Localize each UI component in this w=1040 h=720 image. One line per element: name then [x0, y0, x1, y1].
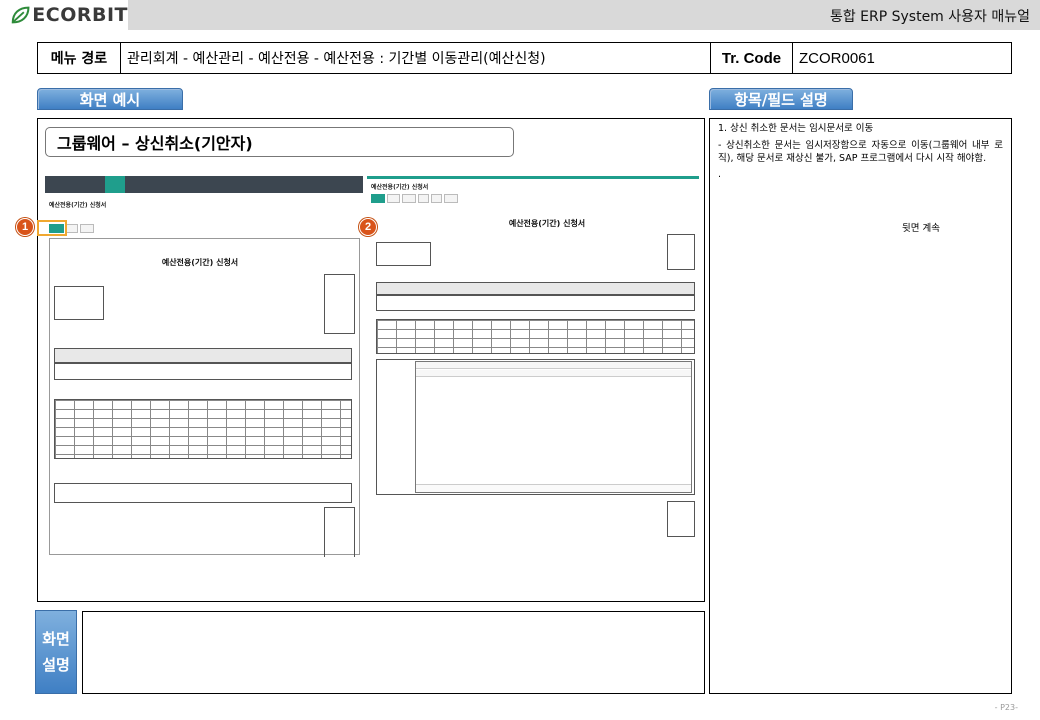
ecorbit-leaf-icon: [11, 6, 30, 24]
mock-applicant-box: [376, 242, 431, 266]
mock-top-accent: [367, 176, 699, 179]
trcode-value: ZCOR0061: [799, 49, 875, 67]
mock-left-title: 예산전용(기간) 신청서: [49, 202, 107, 209]
mock-button: [80, 224, 95, 233]
header-title-area: 통합 ERP System 사용자 매뉴얼: [128, 0, 1040, 30]
field-item-1: 1. 상신 취소한 문서는 임시문서로 이동: [718, 123, 874, 134]
groupware-screenshot-left: 예산전용(기간) 신청서 예산전용(기간) 신청서: [45, 176, 363, 557]
mock-monthly-grid: [54, 399, 352, 459]
explanation-label-line2: 설명: [42, 656, 70, 674]
mock-approval-box: [324, 274, 355, 334]
field-dot: .: [718, 169, 722, 181]
mock-button: [66, 224, 79, 233]
mock-header-row: [376, 282, 695, 295]
mock-button: [418, 194, 430, 203]
mock-editor-toolbar: [416, 362, 691, 369]
mock-top-menu: [45, 176, 363, 193]
highlight-cancel-button: [37, 220, 67, 236]
menu-path-table: 메뉴 경로 관리회계 - 예산관리 - 예산전용 - 예산전용 : 기간별 이동…: [37, 42, 1012, 74]
mock-value-row: [54, 363, 352, 380]
step-badge-1: 1: [16, 218, 34, 236]
mock-value-row: [376, 295, 695, 311]
mock-header-row: [54, 348, 352, 363]
mock-rich-text-editor: [415, 361, 692, 493]
mock-button: [371, 194, 385, 203]
mock-left-doc-title: 예산전용(기간) 신청서: [161, 258, 239, 267]
field-description-panel: 1. 상신 취소한 문서는 임시문서로 이동 - 상신취소한 문서는 임시저장함…: [709, 118, 1012, 694]
screen-explanation-box: [82, 611, 705, 694]
menu-path-value: 관리회계 - 예산관리 - 예산전용 - 예산전용 : 기간별 이동관리(예산신…: [121, 43, 711, 73]
menu-path-label: 메뉴 경로: [38, 43, 121, 73]
mock-monthly-grid: [376, 319, 695, 354]
mock-right-button-row: [371, 194, 458, 203]
groupware-screenshot-right: 예산전용(기간) 신청서 예산전용(기간) 신청서: [367, 176, 699, 541]
continued-note: 뒷면 계속: [902, 223, 940, 234]
mock-button: [402, 194, 417, 203]
mock-approval-box-bottom: [324, 507, 355, 557]
explanation-label-line1: 화면: [42, 629, 70, 648]
mock-remark-row: [54, 483, 352, 503]
mock-editor-toolbar-2: [416, 370, 691, 377]
mock-approval-box-bottom: [667, 501, 695, 537]
mock-left-document: 예산전용(기간) 신청서: [49, 238, 360, 557]
top-bar: ECORBIT 통합 ERP System 사용자 매뉴얼: [0, 0, 1040, 30]
mock-button: [386, 194, 401, 203]
step-badge-2: 2: [359, 218, 377, 236]
mock-button: [431, 194, 442, 203]
screen-explanation-label: 화면 설명: [35, 610, 77, 694]
field-item-1-detail: - 상신취소한 문서는 임시저장함으로 자동으로 이동(그룹웨어 내부 로직),…: [718, 139, 1003, 164]
mock-right-doc-title: 예산전용(기간) 신청서: [508, 219, 586, 228]
mock-approval-box: [667, 234, 695, 270]
mock-editor-footer: [416, 484, 691, 492]
screen-example-panel: 그룹웨어 – 상신취소(기안자) 예산전용(기간) 신청서 예산전용(기간) 신…: [37, 118, 705, 602]
company-logo: ECORBIT: [0, 0, 128, 30]
mock-right-title: 예산전용(기간) 신청서: [371, 184, 429, 191]
screen-example-tab: 화면 예시: [37, 88, 183, 110]
field-description-tab: 항목/필드 설명: [709, 88, 853, 110]
trcode-label: Tr. Code: [711, 43, 793, 73]
mock-applicant-box: [54, 286, 104, 320]
screen-caption: 그룹웨어 – 상신취소(기안자): [45, 127, 514, 157]
mock-button: [443, 194, 458, 203]
page-number: - P23-: [994, 703, 1018, 712]
logo-text: ECORBIT: [32, 4, 128, 26]
manual-title: 통합 ERP System 사용자 매뉴얼: [829, 9, 1030, 25]
